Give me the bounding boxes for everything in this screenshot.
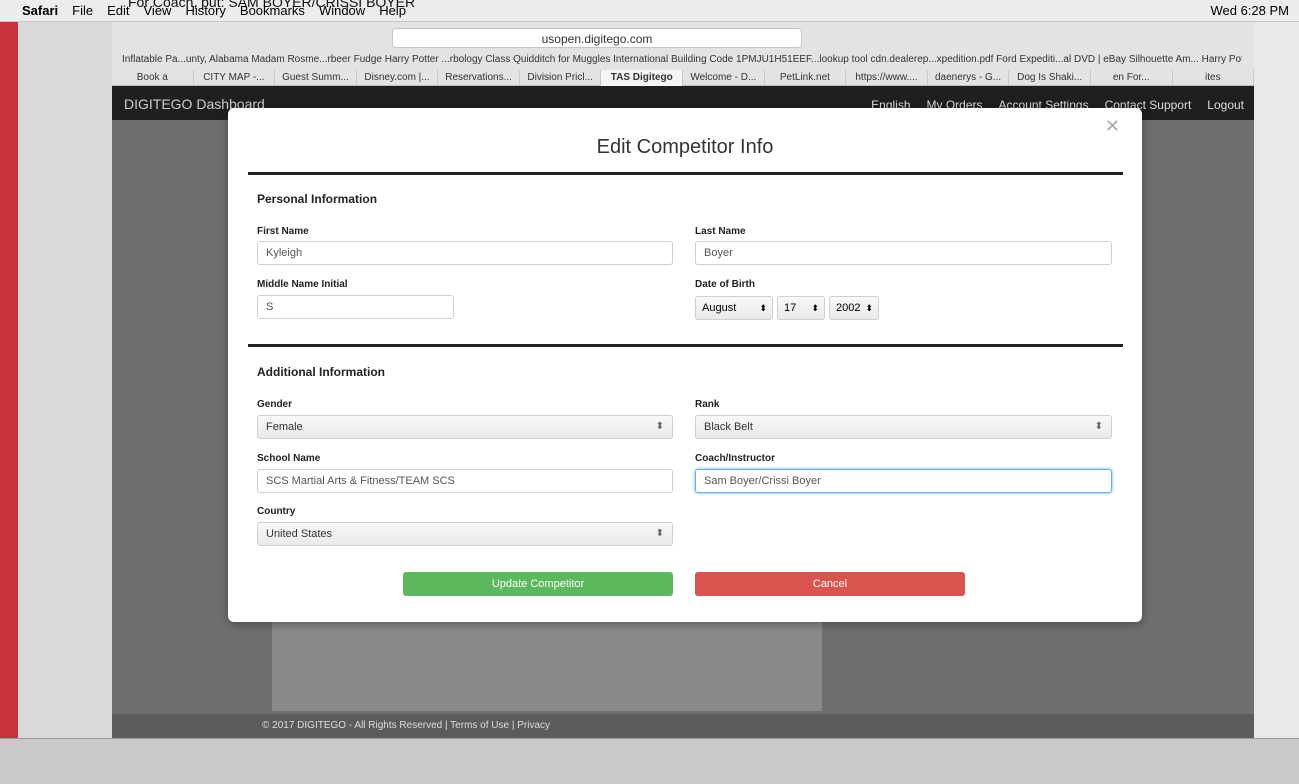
dock xyxy=(0,738,1299,784)
menu-file[interactable]: File xyxy=(72,3,93,18)
clock: Wed 6:28 PM xyxy=(1210,3,1289,18)
dob-day-value: 17 xyxy=(784,302,797,314)
coach-label: Coach/Instructor xyxy=(695,453,776,464)
tab[interactable]: en For... xyxy=(1091,70,1173,86)
country-label: Country xyxy=(257,506,296,517)
tab[interactable]: Dog Is Shaki... xyxy=(1009,70,1091,86)
desktop xyxy=(0,22,18,738)
tab[interactable]: Reservations... xyxy=(438,70,520,86)
dob-selects: August ⬍ 17 ⬍ 2002 ⬍ xyxy=(695,296,879,320)
middle-initial-label: Middle Name Initial xyxy=(257,279,348,290)
tab-bar: Book a CITY MAP -... Guest Summ... Disne… xyxy=(112,70,1255,86)
personal-info-header: Personal Information xyxy=(257,192,378,206)
logout-link[interactable]: Logout xyxy=(1207,98,1244,112)
bookmarks-bar[interactable]: Inflatable Pa...unty, Alabama Madam Rosm… xyxy=(122,54,1242,65)
dob-month-select[interactable]: August ⬍ xyxy=(695,296,773,320)
chevron-updown-icon: ⬍ xyxy=(1094,421,1103,432)
cancel-button[interactable]: Cancel xyxy=(695,572,965,596)
menu-app[interactable]: Safari xyxy=(22,3,58,18)
school-input[interactable]: SCS Martial Arts & Fitness/TEAM SCS xyxy=(257,469,673,493)
gender-label: Gender xyxy=(257,399,293,410)
country-value: United States xyxy=(266,528,333,540)
footer-text: © 2017 DIGITEGO - All Rights Reserved | … xyxy=(262,720,551,731)
first-name-input[interactable]: Kyleigh xyxy=(257,241,673,265)
chevron-updown-icon: ⬍ xyxy=(811,303,819,313)
gender-value: Female xyxy=(266,421,303,433)
tab[interactable]: Division Pricl... xyxy=(520,70,602,86)
divider xyxy=(248,344,1123,347)
dashboard-footer: © 2017 DIGITEGO - All Rights Reserved | … xyxy=(112,714,1254,738)
tab[interactable]: ites xyxy=(1173,70,1255,86)
dob-year-select[interactable]: 2002 ⬍ xyxy=(829,296,879,320)
divider xyxy=(248,172,1123,175)
update-competitor-button[interactable]: Update Competitor xyxy=(403,572,673,596)
chevron-updown-icon: ⬍ xyxy=(655,421,664,432)
safari-toolbar: usopen.digitego.com Inflatable Pa...unty… xyxy=(112,22,1255,86)
tab[interactable]: https://www.... xyxy=(846,70,928,86)
tooltip-note: For Coach, put: SAM BOYER/CRISSI BOYER xyxy=(128,0,416,10)
dob-label: Date of Birth xyxy=(695,279,755,290)
rank-label: Rank xyxy=(695,399,720,410)
school-label: School Name xyxy=(257,453,321,464)
dob-day-select[interactable]: 17 ⬍ xyxy=(777,296,825,320)
tab[interactable]: Guest Summ... xyxy=(275,70,357,86)
rank-select[interactable]: Black Belt ⬍ xyxy=(695,415,1112,439)
tab[interactable]: daenerys - G... xyxy=(928,70,1010,86)
last-name-label: Last Name xyxy=(695,226,746,237)
page-content-dimmed xyxy=(272,621,822,711)
address-bar[interactable]: usopen.digitego.com xyxy=(392,28,802,48)
chevron-updown-icon: ⬍ xyxy=(865,303,873,313)
middle-initial-input[interactable]: S xyxy=(257,295,454,319)
chevron-updown-icon: ⬍ xyxy=(759,303,767,313)
menu-edit[interactable]: Edit xyxy=(107,3,129,18)
gender-select[interactable]: Female ⬍ xyxy=(257,415,673,439)
close-icon[interactable]: ✕ xyxy=(1105,116,1120,137)
right-window xyxy=(1249,22,1299,738)
tab-active[interactable]: TAS Digitego xyxy=(601,70,684,86)
last-name-input[interactable]: Boyer xyxy=(695,241,1112,265)
dob-month-value: August xyxy=(702,302,737,314)
chevron-updown-icon: ⬍ xyxy=(655,528,664,539)
tab[interactable]: Book a xyxy=(112,70,194,86)
tab[interactable]: CITY MAP -... xyxy=(194,70,276,86)
rank-value: Black Belt xyxy=(704,421,753,433)
additional-info-header: Additional Information xyxy=(257,365,385,379)
coach-input[interactable]: Sam Boyer/Crissi Boyer xyxy=(695,469,1112,493)
country-select[interactable]: United States ⬍ xyxy=(257,522,673,546)
tab[interactable]: Welcome - D... xyxy=(683,70,765,86)
edit-competitor-modal: ✕ Edit Competitor Info Personal Informat… xyxy=(228,108,1142,622)
modal-title: Edit Competitor Info xyxy=(596,136,774,158)
first-name-label: First Name xyxy=(257,226,309,237)
tab[interactable]: PetLink.net xyxy=(765,70,847,86)
tab[interactable]: Disney.com |... xyxy=(357,70,439,86)
dob-year-value: 2002 xyxy=(836,302,861,314)
